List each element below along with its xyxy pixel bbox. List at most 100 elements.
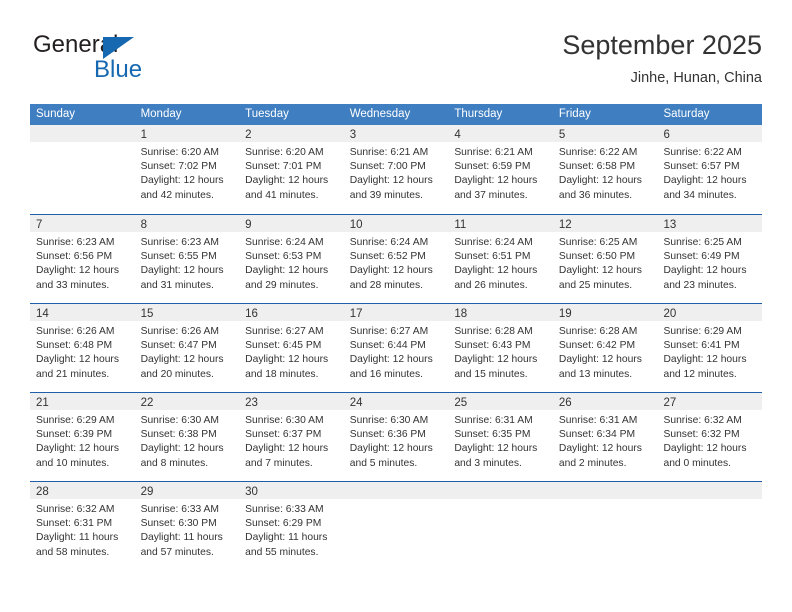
calendar-day-cell[interactable]: 26 Sunrise: 6:31 AM Sunset: 6:34 PM Dayligh… bbox=[552, 393, 658, 481]
day-number: 7 bbox=[36, 219, 43, 231]
calendar-day-cell[interactable]: 6 Sunrise: 6:22 AM Sunset: 6:57 PM Daylight… bbox=[657, 125, 763, 214]
day-number: 11 bbox=[454, 219, 467, 231]
day-details: Sunrise: 6:29 AM Sunset: 6:39 PM Daylight:… bbox=[30, 410, 135, 471]
day-detail-line: Sunrise: 6:30 AM bbox=[140, 415, 219, 426]
page-subtitle: Jinhe, Hunan, China bbox=[630, 70, 762, 86]
calendar-page: General Blue September 2025 Jinhe, Hunan… bbox=[0, 0, 792, 612]
day-details: Sunrise: 6:27 AM Sunset: 6:44 PM Daylight:… bbox=[344, 321, 449, 382]
calendar-day-cell[interactable]: 23 Sunrise: 6:30 AM Sunset: 6:37 PM Dayligh… bbox=[239, 393, 344, 481]
day-detail-line: Sunset: 6:34 PM bbox=[558, 429, 636, 441]
day-number: 18 bbox=[454, 308, 468, 320]
day-details: Sunrise: 6:30 AM Sunset: 6:38 PM Daylight:… bbox=[135, 410, 240, 471]
calendar-weeks: 1 Sunrise: 6:20 AM Sunset: 7:02 PM Daylight… bbox=[30, 125, 763, 570]
day-number: 24 bbox=[349, 397, 363, 409]
calendar-day-cell[interactable]: 28 Sunrise: 6:32 AM Sunset: 6:31 PM Dayligh… bbox=[30, 482, 135, 570]
calendar-day-cell[interactable]: 27 Sunrise: 6:32 AM Sunset: 6:32 PM Dayligh… bbox=[657, 393, 763, 481]
day-number-band: 25 bbox=[448, 393, 553, 410]
day-detail-line: Daylight: 12 hours bbox=[454, 265, 538, 277]
calendar-day-cell[interactable]: 7 Sunrise: 6:23 AM Sunset: 6:56 PM Daylight… bbox=[30, 215, 135, 303]
day-details: Sunrise: 6:23 AM Sunset: 6:55 PM Daylight:… bbox=[135, 232, 240, 293]
calendar-day-cell[interactable]: 13 Sunrise: 6:25 AM Sunset: 6:49 PM Dayligh… bbox=[657, 215, 763, 303]
day-detail-line: Daylight: 12 hours bbox=[349, 354, 433, 366]
day-number-band: 19 bbox=[552, 304, 658, 321]
day-detail-line: Sunset: 6:50 PM bbox=[558, 251, 636, 263]
day-number-band: 7 bbox=[30, 215, 135, 232]
calendar-day-cell[interactable]: 11 Sunrise: 6:24 AM Sunset: 6:51 PM Dayligh… bbox=[448, 215, 553, 303]
day-number: 27 bbox=[663, 397, 677, 409]
generalblue-logo[interactable]: General Blue bbox=[33, 32, 233, 88]
day-detail-line: Daylight: 12 hours bbox=[454, 354, 538, 366]
calendar-day-cell[interactable]: 12 Sunrise: 6:25 AM Sunset: 6:50 PM Dayligh… bbox=[552, 215, 658, 303]
day-detail-line: Sunset: 6:44 PM bbox=[349, 340, 426, 352]
day-detail-line: Daylight: 11 hours bbox=[36, 532, 119, 544]
calendar-day-cell[interactable]: 10 Sunrise: 6:24 AM Sunset: 6:52 PM Dayligh… bbox=[343, 215, 449, 303]
day-detail-line: Sunset: 6:35 PM bbox=[454, 429, 531, 441]
day-details: Sunrise: 6:32 AM Sunset: 6:31 PM Daylight:… bbox=[30, 499, 135, 560]
day-detail-line: Daylight: 12 hours bbox=[663, 354, 747, 366]
calendar-grid: Sunday Monday Tuesday Wednesday Thursday… bbox=[30, 104, 763, 570]
day-number: 28 bbox=[36, 486, 49, 498]
calendar-day-cell[interactable]: 9 Sunrise: 6:24 AM Sunset: 6:53 PM Daylight… bbox=[239, 215, 344, 303]
day-number-band: 1 bbox=[134, 125, 240, 142]
day-number-band: 29 bbox=[134, 482, 240, 499]
day-number: 16 bbox=[245, 308, 258, 320]
day-details: Sunrise: 6:26 AM Sunset: 6:47 PM Daylight:… bbox=[135, 321, 240, 382]
day-number-band: 14 bbox=[30, 304, 135, 321]
calendar-day-cell-empty bbox=[448, 482, 553, 570]
calendar-day-cell[interactable]: 4 Sunrise: 6:21 AM Sunset: 6:59 PM Daylight… bbox=[448, 125, 553, 214]
day-detail-line: Sunrise: 6:28 AM bbox=[558, 326, 638, 337]
calendar-day-cell[interactable]: 20 Sunrise: 6:29 AM Sunset: 6:41 PM Dayligh… bbox=[657, 304, 763, 392]
day-detail-line: Sunset: 6:31 PM bbox=[36, 518, 113, 530]
calendar-day-cell[interactable]: 3 Sunrise: 6:21 AM Sunset: 7:00 PM Daylight… bbox=[343, 125, 449, 214]
logo-divider bbox=[90, 58, 92, 84]
day-number: 15 bbox=[140, 308, 154, 320]
day-detail-line: Sunrise: 6:29 AM bbox=[36, 415, 115, 426]
day-number-band: 8 bbox=[134, 215, 240, 232]
calendar-day-cell[interactable]: 2 Sunrise: 6:20 AM Sunset: 7:01 PM Daylight… bbox=[239, 125, 344, 214]
day-detail-line: Daylight: 12 hours bbox=[245, 175, 329, 187]
day-detail-line: Sunrise: 6:24 AM bbox=[245, 237, 324, 248]
calendar-day-cell[interactable]: 22 Sunrise: 6:30 AM Sunset: 6:38 PM Dayligh… bbox=[134, 393, 240, 481]
day-details: Sunrise: 6:22 AM Sunset: 6:58 PM Daylight:… bbox=[553, 142, 658, 203]
calendar-day-cell[interactable]: 8 Sunrise: 6:23 AM Sunset: 6:55 PM Daylight… bbox=[134, 215, 240, 303]
calendar-day-cell[interactable]: 15 Sunrise: 6:26 AM Sunset: 6:47 PM Dayligh… bbox=[134, 304, 240, 392]
day-detail-line: Daylight: 12 hours bbox=[140, 354, 224, 366]
weekday-header-sunday: Sunday bbox=[36, 108, 76, 120]
day-detail-line: and 57 minutes. bbox=[140, 546, 214, 558]
calendar-day-cell[interactable]: 24 Sunrise: 6:30 AM Sunset: 6:36 PM Dayligh… bbox=[343, 393, 449, 481]
calendar-day-cell[interactable]: 1 Sunrise: 6:20 AM Sunset: 7:02 PM Daylight… bbox=[134, 125, 240, 214]
day-detail-line: and 10 minutes. bbox=[36, 457, 110, 469]
calendar-day-cell[interactable]: 14 Sunrise: 6:26 AM Sunset: 6:48 PM Dayligh… bbox=[30, 304, 135, 392]
calendar-day-cell[interactable]: 18 Sunrise: 6:28 AM Sunset: 6:43 PM Dayligh… bbox=[448, 304, 553, 392]
calendar-day-cell[interactable]: 21 Sunrise: 6:29 AM Sunset: 6:39 PM Dayligh… bbox=[30, 393, 135, 481]
day-detail-line: Sunset: 6:30 PM bbox=[140, 518, 217, 530]
calendar-day-cell[interactable]: 25 Sunrise: 6:31 AM Sunset: 6:35 PM Dayligh… bbox=[448, 393, 553, 481]
day-details: Sunrise: 6:29 AM Sunset: 6:41 PM Daylight:… bbox=[657, 321, 762, 382]
day-detail-line: Sunrise: 6:27 AM bbox=[349, 326, 429, 337]
day-number: 19 bbox=[558, 308, 572, 320]
day-number-band: 26 bbox=[552, 393, 658, 410]
day-number-band: 18 bbox=[448, 304, 553, 321]
day-detail-line: Sunset: 6:45 PM bbox=[245, 340, 322, 352]
day-number: 30 bbox=[245, 486, 258, 498]
day-detail-line: Sunrise: 6:24 AM bbox=[349, 237, 429, 248]
calendar-day-cell[interactable]: 29 Sunrise: 6:33 AM Sunset: 6:30 PM Dayligh… bbox=[134, 482, 240, 570]
day-detail-line: Sunrise: 6:30 AM bbox=[245, 415, 324, 426]
day-detail-line: Sunrise: 6:31 AM bbox=[558, 415, 638, 426]
calendar-day-cell[interactable]: 30 Sunrise: 6:33 AM Sunset: 6:29 PM Dayligh… bbox=[239, 482, 344, 570]
weekday-header-row: Sunday Monday Tuesday Wednesday Thursday… bbox=[30, 104, 762, 125]
calendar-day-cell[interactable]: 16 Sunrise: 6:27 AM Sunset: 6:45 PM Dayligh… bbox=[239, 304, 344, 392]
weekday-header-tuesday: Tuesday bbox=[245, 108, 289, 120]
day-details: Sunrise: 6:21 AM Sunset: 6:59 PM Daylight:… bbox=[448, 142, 553, 203]
calendar-day-cell[interactable]: 19 Sunrise: 6:28 AM Sunset: 6:42 PM Dayligh… bbox=[552, 304, 658, 392]
day-number: 17 bbox=[349, 308, 363, 320]
day-details: Sunrise: 6:22 AM Sunset: 6:57 PM Daylight:… bbox=[657, 142, 762, 203]
day-detail-line: Sunrise: 6:26 AM bbox=[36, 326, 115, 337]
calendar-day-cell[interactable]: 17 Sunrise: 6:27 AM Sunset: 6:44 PM Dayligh… bbox=[343, 304, 449, 392]
day-detail-line: Daylight: 12 hours bbox=[349, 175, 433, 187]
day-details: Sunrise: 6:25 AM Sunset: 6:49 PM Daylight:… bbox=[657, 232, 762, 293]
day-detail-line: Sunset: 6:57 PM bbox=[663, 161, 740, 173]
day-detail-line: Sunrise: 6:22 AM bbox=[558, 147, 638, 158]
calendar-day-cell[interactable]: 5 Sunrise: 6:22 AM Sunset: 6:58 PM Daylight… bbox=[552, 125, 658, 214]
day-detail-line: Daylight: 12 hours bbox=[245, 354, 329, 366]
